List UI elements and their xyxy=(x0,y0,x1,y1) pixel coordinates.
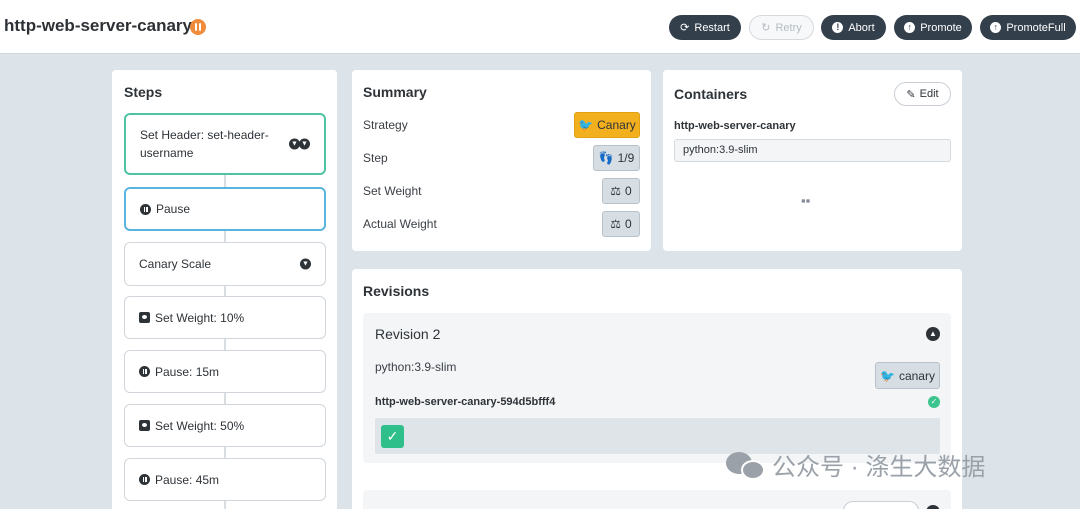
shoe-prints-icon: 👣 xyxy=(598,151,614,165)
refresh-icon: ⟳ xyxy=(680,22,690,34)
step-label: Set Weight: 10% xyxy=(155,310,245,325)
pencil-icon: ✎ xyxy=(906,88,916,101)
revisions-title: Revisions xyxy=(363,283,430,299)
promote-full-label: PromoteFull xyxy=(1006,21,1066,34)
arrow-up-circle-icon: ↑ xyxy=(904,22,916,33)
summary-title: Summary xyxy=(363,84,427,100)
retry-label: Retry xyxy=(775,21,802,34)
edit-button[interactable]: ✎ Edit xyxy=(894,82,951,106)
abort-button[interactable]: ! Abort xyxy=(821,15,886,40)
weight-icon xyxy=(139,312,150,323)
edit-label: Edit xyxy=(919,88,939,100)
chevron-up-icon[interactable]: ▲ xyxy=(926,327,940,341)
step-label: Pause xyxy=(156,202,191,216)
containers-title: Containers xyxy=(674,86,748,102)
set-weight-badge: ⚖ 0 xyxy=(602,178,640,204)
pod-status-icon[interactable]: ✓ xyxy=(381,425,404,448)
promote-button[interactable]: ↑ Promote xyxy=(894,15,972,40)
balance-scale-icon: ⚖ xyxy=(610,184,622,198)
paused-status-icon xyxy=(190,19,206,35)
pause-icon xyxy=(139,474,150,485)
step-canary-scale[interactable]: Canary Scale ▼ xyxy=(124,242,326,286)
bird-icon: 🐦 xyxy=(578,118,594,132)
canary-badge-label: canary xyxy=(898,368,935,383)
arrow-up-circle-icon: ↑ xyxy=(990,22,1002,33)
summary-strategy-label: Strategy xyxy=(363,118,408,132)
step-value: 1/9 xyxy=(617,151,635,165)
summary-step-label: Step xyxy=(363,151,388,165)
page-title: http-web-server-canary xyxy=(4,16,193,35)
restart-label: Restart xyxy=(694,21,730,34)
revision-title: Revision 2 xyxy=(375,326,441,342)
revision-action-button[interactable] xyxy=(843,501,919,509)
double-chevron-down-icon[interactable]: ▼ ▼ xyxy=(289,138,310,150)
retry-button[interactable]: ↻ Retry xyxy=(749,15,814,40)
summary-actual-weight-label: Actual Weight xyxy=(363,217,437,231)
strategy-badge: 🐦 Canary xyxy=(574,112,640,138)
actual-weight-badge: ⚖ 0 xyxy=(602,211,640,237)
step-label: Set Weight: 50% xyxy=(155,418,245,433)
promote-label: Promote xyxy=(920,21,962,34)
boxes-icon: ▪▪ xyxy=(801,193,811,208)
step-pause-45m[interactable]: Pause: 45m xyxy=(124,458,326,501)
steps-title: Steps xyxy=(124,84,163,100)
step-label: Pause: 15m xyxy=(155,364,220,379)
watermark: 公众号 · 涤生大数据 xyxy=(726,447,985,482)
step-label: Set Header: set-header-username xyxy=(140,128,269,160)
bird-icon: 🐦 xyxy=(880,368,895,383)
restart-button[interactable]: ⟳ Restart xyxy=(669,15,741,40)
summary-set-weight-label: Set Weight xyxy=(363,184,422,198)
watermark-text: 公众号 · 涤生大数据 xyxy=(772,454,986,481)
check-circle-icon: ✓ xyxy=(928,396,940,408)
container-image-field[interactable]: python:3.9-slim xyxy=(674,139,951,162)
step-label: Pause: 45m xyxy=(155,472,220,487)
set-weight-value: 0 xyxy=(625,184,632,198)
wechat-icon xyxy=(726,450,766,480)
replicaset-name: http-web-server-canary-594d5bfff4 xyxy=(375,396,556,408)
strategy-value: Canary xyxy=(597,118,636,132)
actual-weight-value: 0 xyxy=(625,217,632,231)
pause-icon xyxy=(140,203,151,215)
step-set-weight-50[interactable]: Set Weight: 50% xyxy=(124,404,326,447)
weight-icon xyxy=(139,420,150,431)
balance-scale-icon: ⚖ xyxy=(610,217,622,231)
step-pause[interactable]: Pause xyxy=(124,187,326,231)
container-name: http-web-server-canary xyxy=(674,120,796,132)
step-label: Canary Scale xyxy=(139,257,212,271)
pause-icon xyxy=(139,366,150,377)
canary-badge: 🐦 canary xyxy=(875,362,940,389)
step-badge: 👣 1/9 xyxy=(593,145,640,171)
exclamation-circle-icon: ! xyxy=(832,22,844,33)
step-pause-15m[interactable]: Pause: 15m xyxy=(124,350,326,393)
retry-icon: ↻ xyxy=(761,22,771,34)
promote-full-button[interactable]: ↑ PromoteFull xyxy=(980,15,1076,40)
abort-label: Abort xyxy=(848,21,875,34)
step-set-header[interactable]: Set Header: set-header-username ▼ ▼ xyxy=(124,113,326,175)
chevron-down-icon[interactable]: ▼ xyxy=(300,258,311,270)
revision-image: python:3.9-slim xyxy=(375,360,457,374)
step-set-weight-10[interactable]: Set Weight: 10% xyxy=(124,296,326,339)
